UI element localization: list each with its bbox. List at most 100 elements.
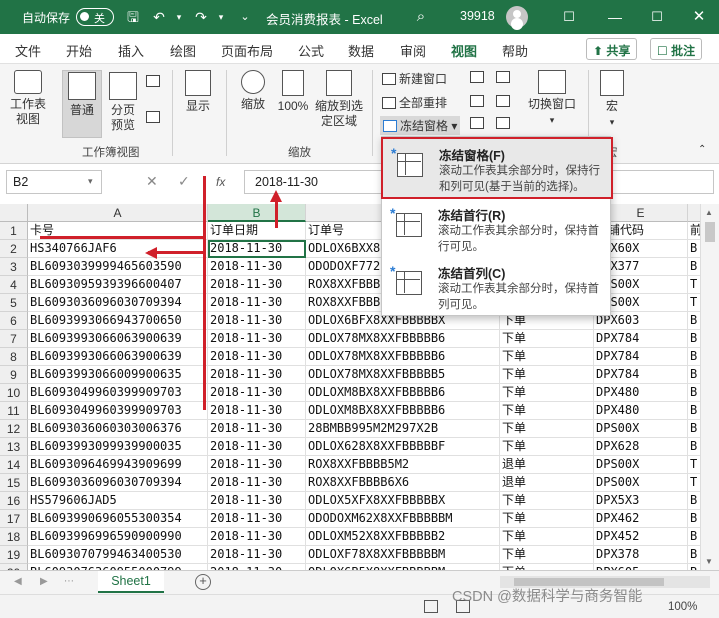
table-cell[interactable]: B (688, 258, 700, 276)
table-cell[interactable]: 下单 (500, 510, 594, 528)
undo-dropdown-icon[interactable]: ▾ (170, 8, 188, 26)
table-cell[interactable]: T (688, 294, 700, 312)
sync-scroll-icon[interactable] (496, 94, 513, 108)
row-header[interactable]: 5 (0, 294, 28, 312)
freeze-panes-button[interactable]: 冻结窗格 ▾ (380, 116, 461, 135)
add-sheet-icon[interactable]: + (195, 574, 211, 590)
sheet-tab-sheet1[interactable]: Sheet1 (98, 571, 164, 593)
table-cell[interactable]: BL6093036096030709394 (28, 474, 208, 492)
table-cell[interactable]: 2018-11-30 (208, 240, 306, 258)
tab-help[interactable]: 帮助 (502, 41, 528, 60)
column-header-f[interactable]: F (688, 204, 700, 222)
zoom-to-selection-button[interactable]: 缩放到选定区域 (314, 70, 364, 129)
split-icon[interactable] (470, 70, 487, 84)
table-cell[interactable]: 2018-11-30 (208, 258, 306, 276)
table-cell[interactable]: 2018-11-30 (208, 330, 306, 348)
select-all-corner[interactable] (0, 204, 28, 222)
table-cell[interactable]: 2018-11-30 (208, 420, 306, 438)
table-cell[interactable]: 下单 (500, 528, 594, 546)
customize-toolbar-icon[interactable]: ⌄ (236, 8, 254, 26)
arrange-all-button[interactable]: 全部重排 (382, 94, 447, 111)
table-cell[interactable]: ODLOXM8BX8XXFBBBBB6 (306, 402, 500, 420)
row-header[interactable]: 15 (0, 474, 28, 492)
table-cell[interactable]: B (688, 492, 700, 510)
table-cell[interactable]: ROX8XXFBBBB5M2 (306, 456, 500, 474)
table-cell[interactable]: 退单 (500, 456, 594, 474)
table-cell[interactable]: HS579606JAD5 (28, 492, 208, 510)
menu-item-freeze-top-row[interactable]: * 冻结首行(R) 滚动工作表其余部分时，保持首行可见。 (382, 199, 610, 255)
table-cell[interactable]: DPX480 (594, 384, 688, 402)
row-header[interactable]: 13 (0, 438, 28, 456)
row-header[interactable]: 4 (0, 276, 28, 294)
tab-insert[interactable]: 插入 (118, 41, 144, 60)
hide-icon[interactable] (470, 94, 487, 108)
table-cell[interactable]: 28BMBB995M2M297X2B (306, 420, 500, 438)
tab-formulas[interactable]: 公式 (298, 41, 324, 60)
table-cell[interactable]: T (688, 456, 700, 474)
avatar[interactable] (506, 6, 528, 28)
table-cell[interactable]: HS340766JAF6 (28, 240, 208, 258)
table-cell[interactable]: BL6093990696055300354 (28, 510, 208, 528)
table-cell[interactable]: 2018-11-30 (208, 294, 306, 312)
table-cell[interactable]: DPX480 (594, 402, 688, 420)
table-cell[interactable]: B (688, 348, 700, 366)
table-cell[interactable]: B (688, 546, 700, 564)
table-cell[interactable]: B (688, 240, 700, 258)
row-header[interactable]: 9 (0, 366, 28, 384)
table-cell[interactable]: BL6093036096030709394 (28, 294, 208, 312)
table-cell[interactable]: BL6093039999465603590 (28, 258, 208, 276)
column-header-a[interactable]: A (28, 204, 208, 222)
enter-icon[interactable]: ✓ (178, 173, 190, 190)
row-header[interactable]: 18 (0, 528, 28, 546)
name-box-dropdown-icon[interactable]: ▾ (88, 176, 93, 187)
table-cell[interactable]: B (688, 510, 700, 528)
table-cell[interactable]: BL6093036060303006376 (28, 420, 208, 438)
table-cell[interactable]: 下单 (500, 438, 594, 456)
row-header[interactable]: 8 (0, 348, 28, 366)
side-by-side-icon[interactable] (496, 70, 513, 84)
menu-item-freeze-first-column[interactable]: * 冻结首列(C) 滚动工作表其余部分时，保持首列可见。 (382, 257, 610, 313)
collapse-ribbon-icon[interactable]: ⌃ (698, 144, 706, 155)
table-cell[interactable]: 2018-11-30 (208, 276, 306, 294)
table-cell[interactable]: 下单 (500, 330, 594, 348)
show-button[interactable]: 显示 (180, 70, 216, 114)
row-header[interactable]: 10 (0, 384, 28, 402)
table-cell[interactable]: 下单 (500, 546, 594, 564)
tab-file[interactable]: 文件 (15, 41, 41, 60)
table-cell[interactable]: T (688, 474, 700, 492)
table-cell[interactable]: 2018-11-30 (208, 474, 306, 492)
tab-draw[interactable]: 绘图 (170, 41, 196, 60)
table-cell[interactable]: B (688, 366, 700, 384)
row-header[interactable]: 17 (0, 510, 28, 528)
zoom-button[interactable]: 缩放 (238, 70, 268, 112)
row-header[interactable]: 11 (0, 402, 28, 420)
sheet-prev-icon[interactable]: ◀ (14, 576, 22, 587)
table-cell[interactable]: 2018-11-30 (208, 510, 306, 528)
tab-review[interactable]: 审阅 (400, 41, 426, 60)
reset-position-icon[interactable] (496, 116, 513, 130)
table-cell[interactable]: 下单 (500, 366, 594, 384)
normal-view-status-icon[interactable] (424, 600, 438, 613)
row-header[interactable]: 1 (0, 222, 28, 240)
table-cell[interactable]: ODLOX78MX8XXFBBBBB6 (306, 330, 500, 348)
header-cell[interactable]: 订单日期 (208, 222, 306, 240)
close-icon[interactable]: ✕ (690, 8, 708, 26)
tab-data[interactable]: 数据 (348, 41, 374, 60)
table-cell[interactable]: BL6093993066943700650 (28, 312, 208, 330)
table-cell[interactable]: ODLOX78MX8XXFBBBBB6 (306, 348, 500, 366)
table-cell[interactable]: T (688, 276, 700, 294)
table-cell[interactable]: ODLOXM52X8XXFBBBBB2 (306, 528, 500, 546)
table-cell[interactable]: DPS00X (594, 420, 688, 438)
row-header[interactable]: 6 (0, 312, 28, 330)
table-cell[interactable]: DPX378 (594, 546, 688, 564)
menu-item-freeze-panes[interactable]: * 冻结窗格(F) 滚动工作表其余部分时，保持行和列可见(基于当前的选择)。 (381, 137, 613, 199)
redo-dropdown-icon[interactable]: ▾ (212, 8, 230, 26)
table-cell[interactable]: DPX452 (594, 528, 688, 546)
table-cell[interactable]: B (688, 330, 700, 348)
table-cell[interactable]: 下单 (500, 384, 594, 402)
table-cell[interactable]: DPS00X (594, 456, 688, 474)
tab-view[interactable]: 视图 (448, 41, 480, 68)
table-cell[interactable]: 退单 (500, 474, 594, 492)
row-header[interactable]: 12 (0, 420, 28, 438)
table-cell[interactable]: BL6093993066063900639 (28, 330, 208, 348)
